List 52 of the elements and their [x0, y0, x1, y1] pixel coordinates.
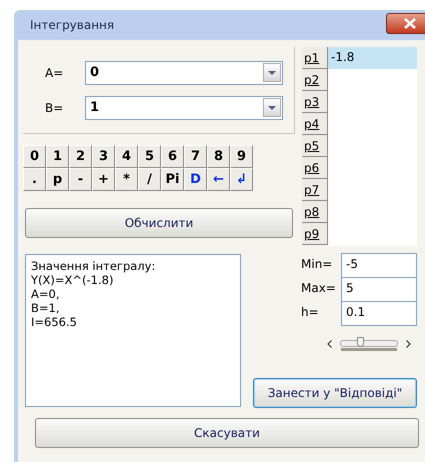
- limit-label: B=: [45, 100, 64, 114]
- keypad-key[interactable]: 4: [115, 145, 138, 168]
- cancel-button[interactable]: Скасувати: [35, 418, 419, 448]
- keypad-key[interactable]: +: [92, 168, 115, 191]
- compute-button[interactable]: Обчислити: [25, 208, 293, 238]
- range-field[interactable]: 5: [341, 277, 417, 302]
- keypad-key[interactable]: 6: [161, 145, 184, 168]
- keypad-key[interactable]: 8: [207, 145, 230, 168]
- param-button[interactable]: p9: [302, 223, 328, 245]
- param-row[interactable]: -1.8: [328, 47, 417, 69]
- window-title: Інтегрування: [30, 18, 114, 32]
- range-label: h=: [301, 304, 319, 319]
- keypad-key[interactable]: 5: [138, 145, 161, 168]
- keypad-key[interactable]: 2: [69, 145, 92, 168]
- range-field[interactable]: 0.1: [341, 301, 417, 326]
- keypad-key[interactable]: 1: [46, 145, 69, 168]
- param-button[interactable]: p7: [302, 179, 328, 201]
- keypad-key[interactable]: ↲: [230, 168, 253, 191]
- keypad-key[interactable]: .: [23, 168, 46, 191]
- close-icon: [404, 18, 416, 28]
- keypad-key[interactable]: p: [46, 168, 69, 191]
- slider-track[interactable]: [338, 337, 400, 351]
- param-button[interactable]: p4: [302, 113, 328, 135]
- result-area[interactable]: Значення інтегралу: Y(X)=X^(-1.8) A=0, B=1, I=656.5: [25, 254, 241, 407]
- keypad-key[interactable]: Pi: [161, 168, 184, 191]
- range-field[interactable]: -5: [341, 253, 417, 278]
- dropdown-icon: [268, 106, 276, 110]
- range-label: Max=: [301, 280, 336, 295]
- keypad-key[interactable]: D: [184, 168, 207, 191]
- keypad-key[interactable]: 9: [230, 145, 253, 168]
- keypad-key[interactable]: *: [115, 168, 138, 191]
- keypad-key[interactable]: 0: [23, 145, 46, 168]
- dropdown-icon: [268, 70, 276, 74]
- slider-right-icon[interactable]: [406, 340, 411, 348]
- keypad-key[interactable]: /: [138, 168, 161, 191]
- limit-combo[interactable]: 0: [85, 60, 283, 84]
- param-button[interactable]: p6: [302, 157, 328, 179]
- param-button[interactable]: p3: [302, 91, 328, 113]
- close-button[interactable]: [386, 12, 425, 34]
- keypad-key[interactable]: 7: [184, 145, 207, 168]
- keypad-key[interactable]: -: [69, 168, 92, 191]
- param-button[interactable]: p5: [302, 135, 328, 157]
- keypad-key[interactable]: ←: [207, 168, 230, 191]
- param-button[interactable]: p2: [302, 69, 328, 91]
- range-label: Min=: [301, 256, 332, 271]
- keypad-key[interactable]: 3: [92, 145, 115, 168]
- limit-combo[interactable]: 1: [85, 96, 283, 120]
- slider-left-icon[interactable]: [327, 340, 332, 348]
- param-button[interactable]: p1: [302, 47, 328, 69]
- save-answer-button[interactable]: Занести у "Відповіді": [253, 378, 417, 408]
- param-button[interactable]: p8: [302, 201, 328, 223]
- limit-label: A=: [45, 66, 64, 80]
